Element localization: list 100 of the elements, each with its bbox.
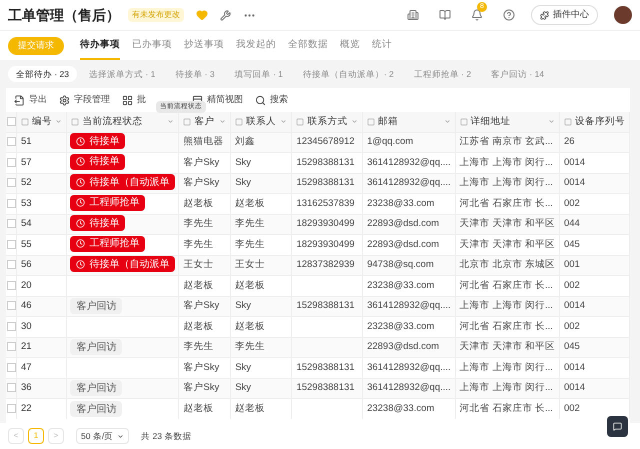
table-cell: 李先生 [235,238,266,250]
table-cell: 23238@33.com [367,402,434,414]
table-cell: 001 [564,259,580,270]
column-label: 邮箱 [378,114,398,129]
nav-tab[interactable]: 已办事项 [132,31,172,60]
column-label: 联系方式 [307,114,348,129]
nav-tab[interactable]: 待办事项 [80,31,120,60]
sort-caret-icon[interactable] [444,118,451,126]
row-checkbox[interactable] [6,240,16,249]
table-cell: 23238@33.com [367,320,434,332]
table-cell: 22893@dsd.com [367,238,440,250]
table-cell: 刘鑫 [235,136,256,148]
table-cell: 56 [21,259,32,270]
plugin-center-button[interactable]: 插件中心 [531,5,598,25]
row-checkbox[interactable] [6,198,16,208]
table-cell: 河北省 石家庄市 长... [460,198,553,209]
table-cell: 52 [21,177,32,188]
select-all-checkbox[interactable] [6,116,16,126]
table-cell: 上海市 上海市 闵行... [460,300,553,312]
table-cell: 23238@33.com [367,198,434,209]
toolbar-button[interactable]: 字段管理 [59,93,110,107]
nav-tab[interactable]: 抄送事项 [184,31,224,60]
table-cell: 赵老板 [235,402,266,414]
sort-caret-icon[interactable] [167,118,174,126]
table-cell: Sky [235,156,252,168]
nav-tab[interactable]: 我发起的 [236,31,276,60]
table-cell: 李先生 [235,341,266,352]
row-checkbox[interactable] [6,301,16,310]
nav-tab[interactable]: 全部数据 [288,31,328,60]
row-checkbox[interactable] [6,219,16,228]
table-cell: 3614128932@qq.... [367,300,451,312]
table-cell: 30 [21,320,32,332]
table-cell: 26 [564,136,575,148]
table-cell: 上海市 上海市 闵行... [460,177,553,188]
table-cell: 045 [564,341,580,352]
bell-icon[interactable] [471,9,483,21]
status-badge: 客户回访 [70,298,122,314]
wrench-icon[interactable] [220,10,231,20]
row-checkbox[interactable] [6,280,16,290]
table-cell: 天津市 天津市 和平区 [460,218,555,230]
row-checkbox[interactable] [6,362,16,372]
table-cell: 0014 [564,362,586,373]
row-checkbox[interactable] [6,178,16,188]
page-size-select[interactable]: 50 条/页 [76,428,130,444]
table-cell: 江苏省 南京市 玄武... [460,136,553,148]
table-cell: 002 [564,198,580,209]
toolbar-button[interactable]: 搜索 [255,93,288,107]
toolbar-button[interactable]: 批 [122,93,146,107]
avatar[interactable] [614,6,632,24]
table-cell: 王女士 [183,259,214,270]
sort-caret-icon[interactable] [55,118,62,126]
column-label: 详细地址 [470,114,511,129]
heart-icon[interactable] [196,9,208,21]
table-cell: 天津市 天津市 和平区 [460,341,555,352]
nav-tab[interactable]: 统计 [372,31,392,60]
row-checkbox[interactable] [6,322,16,331]
status-badge: 待接单 [70,215,126,232]
status-badge: 客户回访 [70,401,122,417]
chat-button[interactable] [607,416,628,437]
clock-icon [76,239,86,248]
book-icon[interactable] [439,9,451,21]
sort-caret-icon[interactable] [548,118,555,126]
table-cell: 18293930499 [296,238,355,250]
clock-icon [76,178,86,187]
field-type-icon [21,118,30,126]
help-icon[interactable] [503,9,515,21]
filter-chip[interactable]: 全部待办 · 23 [8,66,78,82]
nav-tab[interactable]: 概览 [340,31,360,60]
table-cell: 3614128932@qq.... [367,177,451,188]
table-cell: 李先生 [183,341,214,352]
row-checkbox[interactable] [6,383,16,392]
sort-caret-icon[interactable] [351,118,358,126]
table-cell: 002 [564,280,580,291]
table-cell: 河北省 石家庄市 长... [460,320,553,332]
toolbar-button[interactable]: 导出 [14,93,47,107]
table-cell: 天津市 天津市 和平区 [460,238,555,250]
table-cell: 22893@dsd.com [367,341,440,352]
row-checkbox[interactable] [6,404,16,413]
row-checkbox[interactable] [6,137,16,146]
table-cell: 客户Sky [183,300,220,312]
table-cell: 12345678912 [296,136,355,148]
row-checkbox[interactable] [6,260,16,270]
table-cell: 47 [21,362,32,373]
table-cell: 23238@33.com [367,280,434,291]
table-cell: 15298388131 [296,177,355,188]
sort-caret-icon[interactable] [280,118,288,126]
status-badge: 客户回访 [70,339,122,356]
row-checkbox[interactable] [6,158,16,167]
table-cell: 客户Sky [183,382,220,394]
sort-caret-icon[interactable] [219,118,226,126]
table-cell: 客户Sky [183,362,220,373]
building-icon[interactable] [407,9,419,21]
table-cell: 12837382939 [296,259,355,270]
status-badge: 工程师抢单 [70,194,146,211]
status-badge: 客户回访 [70,380,122,396]
status-badge: 待接单 [70,154,126,170]
search-icon [255,94,266,106]
table-cell: 54 [21,218,32,230]
row-checkbox[interactable] [6,342,16,352]
column-label: 客户 [194,114,214,129]
